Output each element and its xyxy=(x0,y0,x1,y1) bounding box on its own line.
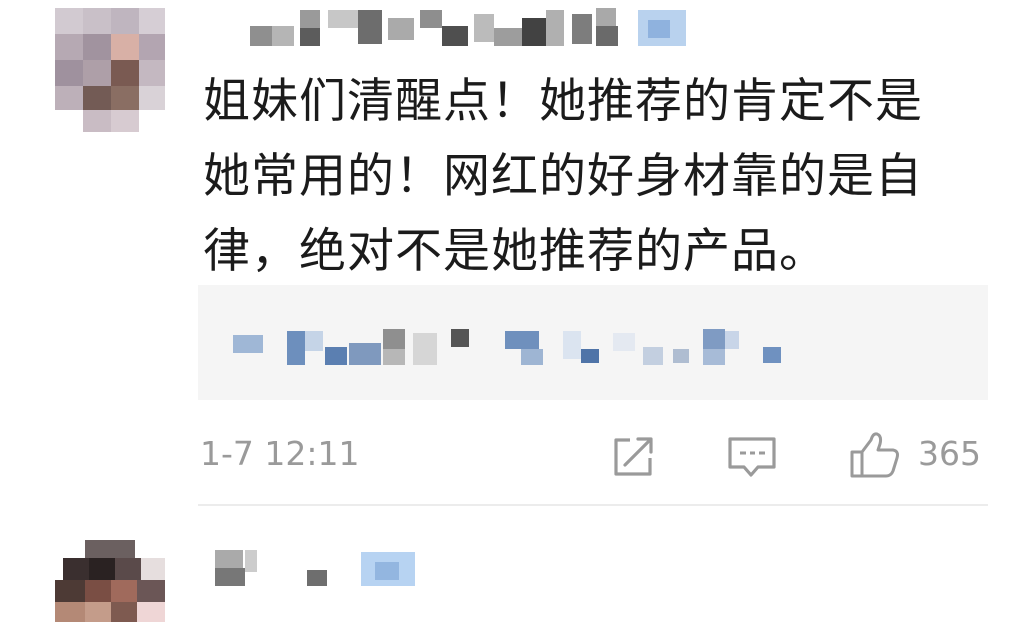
share-icon xyxy=(614,437,653,476)
reply-preview-censored xyxy=(233,325,783,365)
username-censored[interactable] xyxy=(250,6,690,50)
username-censored[interactable] xyxy=(215,548,425,590)
like-count: 365 xyxy=(918,434,981,473)
thumbs-up-icon xyxy=(850,432,899,478)
comment-divider xyxy=(198,504,988,506)
timestamp: 1-7 12:11 xyxy=(200,434,360,473)
avatar-censored[interactable] xyxy=(55,8,165,132)
comment-icon xyxy=(728,437,776,477)
reply-preview[interactable] xyxy=(198,285,988,400)
avatar-censored[interactable] xyxy=(55,540,165,622)
comment-text: 姐妹们清醒点！她推荐的肯定不是 她常用的！网红的好身材靠的是自 律，绝对不是她推… xyxy=(203,74,923,279)
comment-button[interactable] xyxy=(724,428,780,482)
comment-meta-row: 1-7 12:11 365 xyxy=(198,422,988,486)
like-button[interactable]: 365 xyxy=(846,428,988,482)
share-button[interactable] xyxy=(606,428,662,482)
